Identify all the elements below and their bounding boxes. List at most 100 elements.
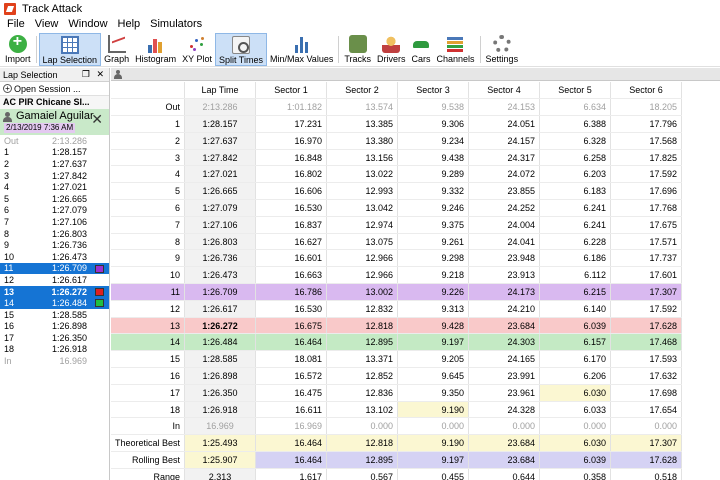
- panel-window-controls[interactable]: ❐ ✕: [82, 69, 106, 80]
- lap-color-swatch[interactable]: [95, 287, 104, 296]
- table-row[interactable]: 9 1:26.736 16.601 12.966 9.298 23.948 6.186 17.…: [111, 249, 683, 268]
- cars-button[interactable]: Cars: [409, 33, 434, 66]
- lap-list-item[interactable]: 2 1:27.637: [0, 158, 109, 170]
- menu-simulators[interactable]: Simulators: [145, 18, 207, 30]
- lap-color-swatch[interactable]: [95, 299, 104, 308]
- table-row[interactable]: 11 1:26.709 16.786 13.002 9.226 24.173 6.215 17…: [111, 283, 683, 301]
- lap-list-item[interactable]: 3 1:27.842: [0, 170, 109, 182]
- table-row[interactable]: 17 1:26.350 16.475 12.836 9.350 23.961 6.030 17…: [111, 384, 683, 402]
- lap-list-item[interactable]: 15 1:28.585: [0, 309, 109, 321]
- channels-button[interactable]: Channels: [434, 33, 478, 66]
- table-row[interactable]: Out 2:13.286 1:01.182 13.574 9.538 24.153 6.63…: [111, 98, 683, 117]
- lap-list-item[interactable]: 8 1:26.803: [0, 228, 109, 240]
- table-row[interactable]: Range 2.313 1.617 0.567 0.455 0.644 0.358 0.518: [111, 468, 683, 480]
- table-row[interactable]: 13 1:26.272 16.675 12.818 9.428 23.684 6.039 17…: [111, 317, 683, 335]
- sector-5-cell: 6.258: [539, 149, 612, 167]
- histogram-button[interactable]: Histogram: [132, 33, 179, 66]
- driver-card[interactable]: Gamaiel Aguilar 2/13/2019 7:36 AM ✕: [0, 109, 109, 135]
- column-header-sector-2[interactable]: Sector 2: [326, 82, 399, 100]
- sector-4-cell: 23.684: [468, 451, 541, 469]
- lap-selection-button[interactable]: Lap Selection: [38, 33, 102, 66]
- table-row[interactable]: 16 1:26.898 16.572 12.852 9.645 23.991 6.206 17…: [111, 367, 683, 385]
- sector-3-cell: 9.289: [397, 165, 470, 184]
- lap-time-cell: 1:26.350: [184, 384, 257, 402]
- lap-time-cell: 2.313: [184, 468, 257, 480]
- sector-2-cell: 13.002: [326, 283, 399, 301]
- lap-list-item[interactable]: 18 1:26.918: [0, 344, 109, 356]
- column-header-lap-time[interactable]: Lap Time: [184, 82, 257, 100]
- session-title[interactable]: AC PIR Chicane SI...: [0, 96, 109, 109]
- table-row[interactable]: 4 1:27.021 16.802 13.022 9.289 24.072 6.203 17.…: [111, 165, 683, 184]
- table-row[interactable]: 12 1:26.617 16.530 12.832 9.313 24.210 6.140 17…: [111, 300, 683, 318]
- lap-list-item[interactable]: 5 1:26.665: [0, 193, 109, 205]
- lap-time: 16.969: [59, 356, 87, 367]
- table-row[interactable]: 7 1:27.106 16.837 12.974 9.375 24.004 6.241 17.…: [111, 216, 683, 234]
- lap-list-item[interactable]: 16 1:26.898: [0, 321, 109, 333]
- lap-list-item[interactable]: 7 1:27.106: [0, 216, 109, 228]
- sector-2-cell: 13.022: [326, 165, 399, 184]
- lap-list-item[interactable]: Out 2:13.286: [0, 135, 109, 147]
- graph-button[interactable]: Graph: [101, 33, 132, 66]
- sector-3-cell: 9.226: [397, 283, 470, 301]
- table-row[interactable]: 1 1:28.157 17.231 13.385 9.306 24.051 6.388 17.…: [111, 115, 683, 133]
- lap-list: Out 2:13.286 1 1:28.157 2 1:27.637 3 1:27.842 4 1…: [0, 135, 109, 367]
- lap-selection-icon: [60, 36, 79, 54]
- menu-window[interactable]: Window: [63, 18, 112, 30]
- min-max-icon: [293, 35, 311, 53]
- drivers-button[interactable]: Drivers: [374, 33, 409, 66]
- table-row[interactable]: 3 1:27.842 16.848 13.156 9.438 24.317 6.258 17.…: [111, 149, 683, 167]
- lap-list-item[interactable]: 6 1:27.079: [0, 205, 109, 217]
- lap-list-item[interactable]: 14 1:26.484: [0, 297, 109, 309]
- sector-2-cell: 13.102: [326, 401, 399, 419]
- column-header-sector-3[interactable]: Sector 3: [397, 82, 470, 100]
- lap-number: 3: [4, 170, 10, 181]
- menu-help[interactable]: Help: [113, 18, 146, 30]
- table-row[interactable]: 2 1:27.637 16.970 13.380 9.234 24.157 6.328 17.…: [111, 132, 683, 150]
- sector-1-cell: 16.848: [255, 149, 328, 167]
- lap-list-item[interactable]: 9 1:26.736: [0, 239, 109, 251]
- sector-4-cell: 24.153: [468, 98, 541, 117]
- lap-list-item[interactable]: 12 1:26.617: [0, 274, 109, 286]
- sector-4-cell: 23.948: [468, 249, 541, 268]
- sector-4-cell: 23.855: [468, 182, 541, 201]
- tracks-button[interactable]: Tracks: [341, 33, 374, 66]
- close-driver-button[interactable]: ✕: [91, 112, 103, 126]
- settings-button[interactable]: Settings: [483, 33, 522, 66]
- lap-time-cell: 1:27.021: [184, 165, 257, 184]
- lap-list-item[interactable]: 4 1:27.021: [0, 181, 109, 193]
- table-row[interactable]: Theoretical Best 1:25.493 16.464 12.818 9.19…: [111, 434, 683, 453]
- menu-view[interactable]: View: [30, 18, 64, 30]
- open-session-button[interactable]: + Open Session ...: [0, 82, 109, 96]
- menu-file[interactable]: File: [2, 18, 30, 30]
- lap-list-item[interactable]: 10 1:26.473: [0, 251, 109, 263]
- sector-3-cell: 9.190: [397, 434, 470, 453]
- table-row[interactable]: 6 1:27.079 16.530 13.042 9.246 24.252 6.241 17.…: [111, 199, 683, 217]
- column-header-sector-4[interactable]: Sector 4: [468, 82, 541, 100]
- table-row[interactable]: Rolling Best 1:25.907 16.464 12.895 9.197 23.…: [111, 451, 683, 469]
- lap-list-item[interactable]: 17 1:26.350: [0, 332, 109, 344]
- column-header-sector-1[interactable]: Sector 1: [255, 82, 328, 100]
- table-row[interactable]: 8 1:26.803 16.627 13.075 9.261 24.041 6.228 17.…: [111, 233, 683, 251]
- lap-color-swatch[interactable]: [95, 264, 104, 273]
- sector-2-cell: 12.966: [326, 249, 399, 268]
- lap-time-cell: 1:26.484: [184, 333, 257, 352]
- sector-6-cell: 0.000: [610, 417, 683, 436]
- xy-plot-button[interactable]: XY Plot: [179, 33, 215, 66]
- table-row[interactable]: 15 1:28.585 18.081 13.371 9.205 24.165 6.170 17…: [111, 350, 683, 369]
- lap-list-item[interactable]: 11 1:26.709: [0, 262, 109, 275]
- split-times-button[interactable]: Split Times: [214, 33, 267, 66]
- min-max-values-button[interactable]: Min/Max Values: [267, 33, 336, 66]
- column-header-sector-6[interactable]: Sector 6: [610, 82, 683, 100]
- lap-time: 1:26.665: [51, 193, 87, 204]
- table-row[interactable]: 10 1:26.473 16.663 12.966 9.218 23.913 6.112 17…: [111, 266, 683, 285]
- table-row[interactable]: In 16.969 16.969 0.000 0.000 0.000 0.000 0.000: [111, 417, 683, 436]
- column-header-sector-5[interactable]: Sector 5: [539, 82, 612, 100]
- table-row[interactable]: 5 1:26.665 16.606 12.993 9.332 23.855 6.183 17.…: [111, 182, 683, 201]
- lap-list-item[interactable]: 1 1:28.157: [0, 147, 109, 159]
- lap-list-item[interactable]: In 16.969: [0, 355, 109, 367]
- table-row[interactable]: 18 1:26.918 16.611 13.102 9.190 24.328 6.033 17…: [111, 401, 683, 419]
- sector-6-cell: 17.601: [610, 266, 683, 285]
- table-row[interactable]: 14 1:26.484 16.464 12.895 9.197 24.303 6.157 17…: [111, 333, 683, 352]
- import-button[interactable]: Import: [2, 33, 34, 66]
- lap-list-item[interactable]: 13 1:26.272: [0, 285, 109, 298]
